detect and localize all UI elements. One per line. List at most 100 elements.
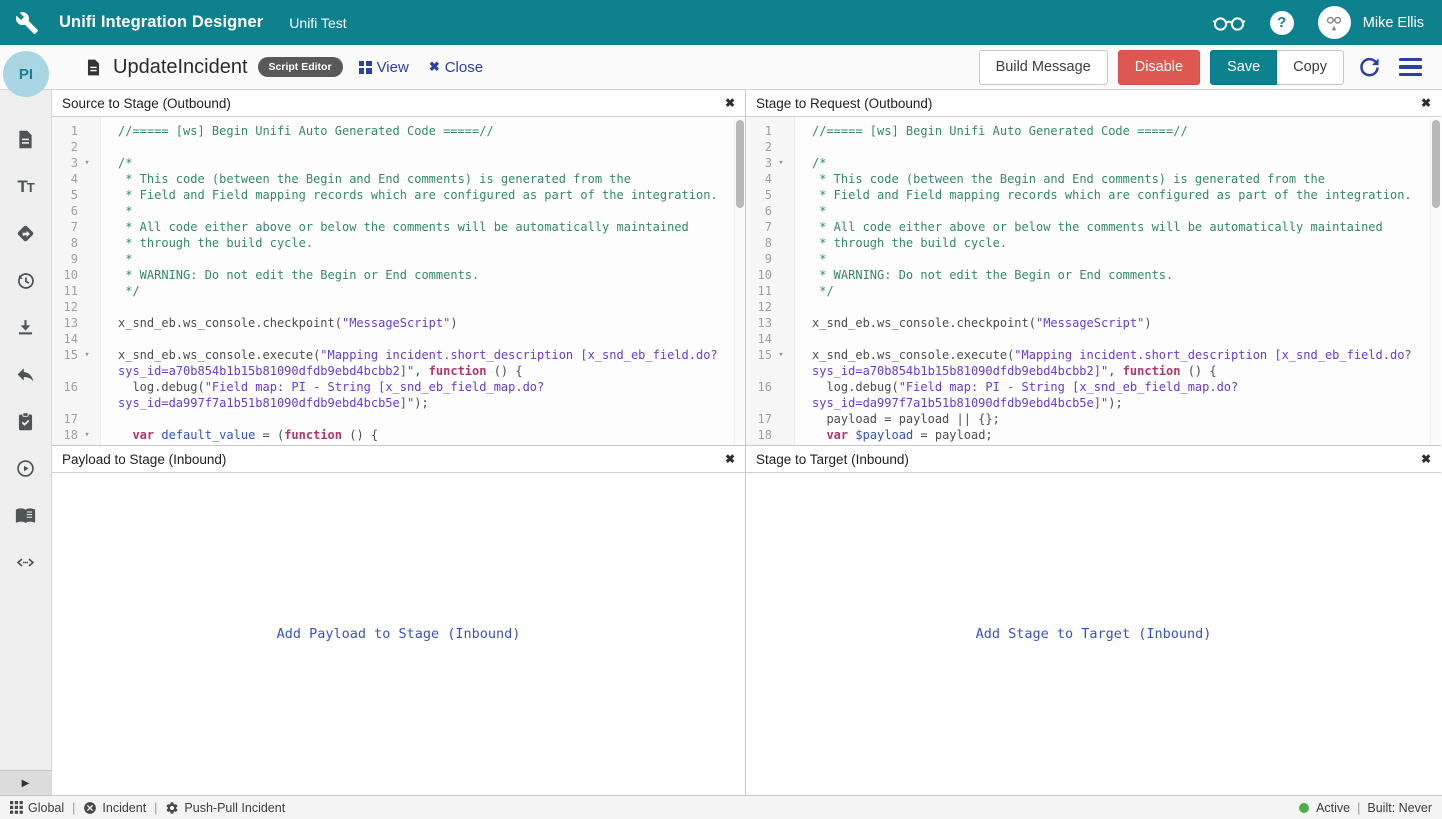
record-title: UpdateIncident <box>113 56 248 79</box>
code-text: var $payload = payload; <box>794 427 1441 443</box>
fold-arrow-icon[interactable]: ▾ <box>78 347 96 379</box>
disable-button[interactable]: Disable <box>1118 50 1200 85</box>
help-button[interactable]: ? <box>1270 11 1294 35</box>
fold-arrow-icon <box>78 187 96 203</box>
fold-arrow-icon <box>78 283 96 299</box>
code-editor-source-to-stage[interactable]: 1//===== [ws] Begin Unifi Auto Generated… <box>52 117 745 445</box>
fold-arrow-icon <box>772 315 790 331</box>
code-text: x_snd_eb.ws_console.execute("Mapping inc… <box>100 347 745 379</box>
wrench-icon <box>15 11 39 35</box>
integration-indicator: Incident <box>83 801 146 815</box>
line-number: 17 <box>52 411 78 427</box>
code-text <box>100 139 745 155</box>
code-line: 8 * through the build cycle. <box>52 235 745 251</box>
code-text: */ <box>100 283 745 299</box>
sidebar-item-tasks[interactable] <box>0 398 51 445</box>
line-number: 1 <box>52 123 78 139</box>
sidebar-item-history[interactable] <box>0 257 51 304</box>
script-editor-badge: Script Editor <box>258 57 343 77</box>
fold-arrow-icon[interactable]: ▾ <box>78 427 96 443</box>
scrollbar-thumb[interactable] <box>1432 120 1440 208</box>
editor-scrollbar[interactable] <box>734 118 745 444</box>
save-button[interactable]: Save <box>1210 50 1277 85</box>
build-message-button[interactable]: Build Message <box>979 50 1108 85</box>
code-text <box>100 299 745 315</box>
code-text: //===== [ws] Begin Unifi Auto Generated … <box>794 123 1441 139</box>
sidebar-item-document[interactable] <box>0 116 51 163</box>
code-text: */ <box>794 283 1441 299</box>
code-text: * All code either above or below the com… <box>100 219 745 235</box>
preview-glasses-icon[interactable] <box>1212 12 1246 33</box>
fold-arrow-icon <box>772 187 790 203</box>
code-text: x_snd_eb.ws_console.checkpoint("MessageS… <box>794 315 1441 331</box>
line-number: 10 <box>52 267 78 283</box>
fold-arrow-icon <box>78 315 96 331</box>
code-text: * This code (between the Begin and End c… <box>100 171 745 187</box>
fold-arrow-icon[interactable]: ▾ <box>772 155 790 171</box>
line-number: 16 <box>746 379 772 411</box>
sidebar-item-directions[interactable] <box>0 210 51 257</box>
code-line: 15▾x_snd_eb.ws_console.execute("Mapping … <box>52 347 745 379</box>
sidebar-item-play[interactable] <box>0 445 51 492</box>
active-status-label: Active <box>1316 801 1350 815</box>
gear-icon <box>165 801 179 815</box>
sidebar-item-text-format[interactable]: TT <box>0 163 51 210</box>
view-link[interactable]: View <box>359 59 409 76</box>
sidebar-item-download[interactable] <box>0 304 51 351</box>
fold-arrow-icon <box>772 139 790 155</box>
line-number: 14 <box>746 331 772 347</box>
code-line: 14 <box>746 331 1441 347</box>
sidebar-item-knowledge[interactable] <box>0 492 51 539</box>
panel-close-icon[interactable]: ✖ <box>725 452 735 466</box>
copy-button[interactable]: Copy <box>1277 50 1344 85</box>
document-icon <box>84 58 103 77</box>
code-line: 5 * Field and Field mapping records whic… <box>52 187 745 203</box>
refresh-icon <box>1358 56 1381 79</box>
fold-arrow-icon <box>78 171 96 187</box>
fold-arrow-icon <box>772 411 790 427</box>
sidebar-collapse-toggle[interactable]: ▶ <box>0 770 51 795</box>
scrollbar-thumb[interactable] <box>736 120 744 208</box>
app-subtitle[interactable]: Unifi Test <box>289 15 346 31</box>
editor-scrollbar[interactable] <box>1430 118 1441 444</box>
user-avatar[interactable] <box>1318 6 1351 39</box>
active-status-icon <box>1299 803 1309 813</box>
fold-arrow-icon <box>772 123 790 139</box>
line-number: 13 <box>746 315 772 331</box>
fold-arrow-icon <box>78 267 96 283</box>
fold-arrow-icon <box>772 219 790 235</box>
process-avatar[interactable]: PI <box>3 51 49 97</box>
line-number: 12 <box>52 299 78 315</box>
line-number: 9 <box>52 251 78 267</box>
fold-arrow-icon <box>78 379 96 411</box>
menu-button[interactable] <box>1395 58 1426 76</box>
fold-arrow-icon <box>78 251 96 267</box>
add-stage-to-target-link[interactable]: Add Stage to Target (Inbound) <box>976 626 1212 642</box>
line-number: 15 <box>746 347 772 379</box>
panel-close-icon[interactable]: ✖ <box>1421 452 1431 466</box>
code-line: 16 log.debug("Field map: PI - String [x_… <box>746 379 1441 411</box>
line-number: 14 <box>52 331 78 347</box>
close-link[interactable]: ✖ Close <box>429 59 483 76</box>
sidebar-item-code[interactable] <box>0 539 51 586</box>
line-number: 17 <box>746 411 772 427</box>
fold-arrow-icon[interactable]: ▾ <box>78 155 96 171</box>
code-line: 14 <box>52 331 745 347</box>
code-tags-icon <box>15 552 36 573</box>
refresh-button[interactable] <box>1354 56 1385 79</box>
panel-close-icon[interactable]: ✖ <box>725 96 735 110</box>
sidebar-item-reply[interactable] <box>0 351 51 398</box>
user-name[interactable]: Mike Ellis <box>1363 15 1424 31</box>
hamburger-icon <box>1399 58 1422 76</box>
separator: | <box>1357 801 1360 815</box>
fold-arrow-icon <box>772 427 790 443</box>
fold-arrow-icon[interactable]: ▾ <box>772 347 790 379</box>
code-text <box>100 331 745 347</box>
line-number: 10 <box>746 267 772 283</box>
line-number: 7 <box>746 219 772 235</box>
line-number: 6 <box>52 203 78 219</box>
add-payload-to-stage-link[interactable]: Add Payload to Stage (Inbound) <box>277 626 521 642</box>
help-icon: ? <box>1277 14 1286 31</box>
code-editor-stage-to-request[interactable]: 1//===== [ws] Begin Unifi Auto Generated… <box>746 117 1441 445</box>
panel-close-icon[interactable]: ✖ <box>1421 96 1431 110</box>
